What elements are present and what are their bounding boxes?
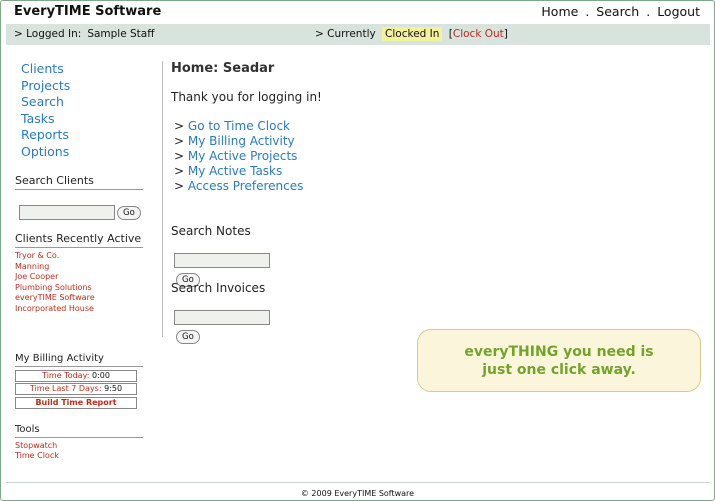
list-item: > My Active Projects: [174, 149, 298, 163]
time-today-box: Time Today: 0:00: [15, 370, 137, 382]
promo-line-1: everyTHING you need is: [464, 344, 654, 360]
sidebar-nav: Clients Projects Search Tasks Reports Op…: [21, 61, 70, 160]
search-clients-input[interactable]: [19, 205, 115, 220]
list-item[interactable]: Plumbing Solutions: [15, 283, 95, 294]
my-active-projects-link[interactable]: My Active Projects: [188, 149, 298, 163]
footer: © 2009 EveryTIME Software: [300, 489, 415, 498]
list-item: > My Billing Activity: [174, 134, 295, 148]
login-status: > Logged In: Sample Staff: [14, 28, 154, 40]
search-invoices-row: Go: [174, 307, 270, 345]
nav-options[interactable]: Options: [21, 144, 70, 161]
search-notes-heading: Search Notes: [171, 224, 251, 238]
search-notes-input[interactable]: [174, 253, 270, 268]
list-item: > Access Preferences: [174, 179, 304, 193]
status-bar: > Logged In: Sample Staff > Currently Clo…: [6, 24, 710, 45]
list-item[interactable]: Joe Cooper: [15, 272, 95, 283]
search-link[interactable]: Search: [596, 4, 639, 19]
time-last7-box: Time Last 7 Days: 9:50: [15, 383, 137, 395]
footer-divider: [6, 482, 710, 483]
nav-search[interactable]: Search: [21, 94, 70, 111]
time-last7-label: Time Last 7 Days:: [29, 384, 102, 393]
time-today-label: Time Today:: [42, 371, 90, 380]
list-item[interactable]: Incorporated House: [15, 304, 95, 315]
top-bar: EveryTIME Software Home . Search . Logou…: [1, 1, 714, 23]
recent-clients-list: Tryor & Co. Manning Joe Cooper Plumbing …: [15, 251, 95, 315]
separator: .: [646, 4, 651, 19]
recent-clients-heading: Clients Recently Active: [15, 232, 143, 248]
nav-tasks[interactable]: Tasks: [21, 111, 70, 128]
list-item[interactable]: Manning: [15, 262, 95, 273]
user-name: Sample Staff: [87, 28, 155, 40]
nav-projects[interactable]: Projects: [21, 78, 70, 95]
stopwatch-link[interactable]: Stopwatch: [15, 441, 59, 451]
tools-heading: Tools: [15, 424, 143, 438]
list-item[interactable]: everyTIME Software: [15, 293, 95, 304]
list-item: > Go to Time Clock: [174, 119, 290, 133]
currently-label: > Currently: [315, 28, 376, 40]
app-window: EveryTIME Software Home . Search . Logou…: [0, 0, 715, 501]
clock-out-link[interactable]: Clock Out: [453, 28, 504, 40]
time-today-value: 0:00: [91, 371, 110, 380]
promo-line-2: just one click away.: [482, 362, 636, 378]
search-clients-go-button[interactable]: Go: [117, 205, 141, 220]
welcome-message: Thank you for logging in!: [171, 90, 322, 104]
search-clients-row: Go: [19, 202, 141, 221]
promo-banner: everyTHING you need is just one click aw…: [417, 329, 701, 392]
my-billing-activity-link[interactable]: My Billing Activity: [188, 134, 295, 148]
time-clock-link[interactable]: Time Clock: [15, 451, 59, 461]
top-links: Home . Search . Logout: [541, 4, 700, 19]
time-last7-value: 9:50: [104, 384, 123, 393]
app-title: EveryTIME Software: [14, 4, 162, 19]
page-title: Home: Seadar: [171, 61, 275, 76]
nav-reports[interactable]: Reports: [21, 127, 70, 144]
logged-in-label: > Logged In:: [14, 28, 82, 40]
my-active-tasks-link[interactable]: My Active Tasks: [188, 164, 282, 178]
clock-state-badge: Clocked In: [382, 27, 443, 41]
build-time-report-button[interactable]: Build Time Report: [15, 397, 137, 409]
go-to-time-clock-link[interactable]: Go to Time Clock: [188, 119, 290, 133]
billing-heading: My Billing Activity: [15, 353, 143, 367]
search-invoices-heading: Search Invoices: [171, 281, 266, 295]
nav-clients[interactable]: Clients: [21, 61, 70, 78]
logout-link[interactable]: Logout: [657, 4, 700, 19]
access-preferences-link[interactable]: Access Preferences: [188, 179, 303, 193]
home-link[interactable]: Home: [541, 4, 578, 19]
search-invoices-go-button[interactable]: Go: [176, 329, 200, 344]
sidebar-divider: [162, 61, 163, 337]
clock-out-bracket: ]: [503, 28, 508, 40]
search-invoices-input[interactable]: [174, 310, 270, 325]
separator: .: [585, 4, 590, 19]
list-item: > My Active Tasks: [174, 164, 283, 178]
quick-links: > Go to Time Clock > My Billing Activity…: [174, 119, 303, 194]
clock-status: > Currently Clocked In [Clock Out]: [315, 27, 508, 41]
tools-list: Stopwatch Time Clock: [15, 441, 59, 461]
search-clients-heading: Search Clients: [15, 174, 143, 190]
list-item[interactable]: Tryor & Co.: [15, 251, 95, 262]
